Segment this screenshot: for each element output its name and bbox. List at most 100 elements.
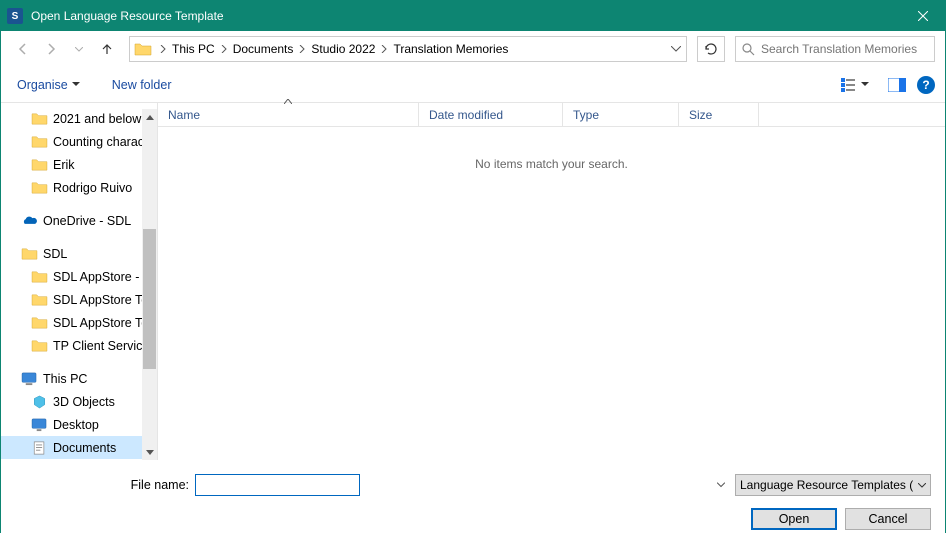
- breadcrumb-tms[interactable]: Translation Memories: [391, 42, 510, 56]
- filename-input[interactable]: [195, 474, 360, 496]
- tree-item[interactable]: Counting characters: [1, 130, 157, 153]
- tree-item-label: Documents: [53, 441, 116, 455]
- new-folder-label: New folder: [112, 78, 172, 92]
- help-button[interactable]: ?: [917, 76, 935, 94]
- folder-icon: [31, 270, 48, 284]
- view-button[interactable]: [837, 76, 873, 94]
- column-type[interactable]: Type: [563, 103, 679, 126]
- tree-item[interactable]: Rodrigo Ruivo: [1, 176, 157, 199]
- organise-label: Organise: [17, 78, 68, 92]
- tree-item-label: OneDrive - SDL: [43, 214, 131, 228]
- onedrive-icon: [21, 214, 38, 228]
- new-folder-button[interactable]: New folder: [106, 74, 178, 96]
- breadcrumb-documents[interactable]: Documents: [231, 42, 296, 56]
- breadcrumb-studio[interactable]: Studio 2022: [309, 42, 377, 56]
- folder-tree[interactable]: 2021 and below Counting characters Erik …: [1, 103, 158, 460]
- tree-item[interactable]: 2021 and below: [1, 107, 157, 130]
- search-input[interactable]: [761, 42, 928, 56]
- open-button[interactable]: Open: [751, 508, 837, 530]
- column-date-modified[interactable]: Date modified: [419, 103, 563, 126]
- tree-item[interactable]: SDL AppStore Team: [1, 288, 157, 311]
- app-icon: S: [7, 8, 23, 24]
- column-name[interactable]: Name: [158, 103, 419, 126]
- tree-item[interactable]: 3D Objects: [1, 390, 157, 413]
- folder-icon: [132, 38, 154, 60]
- tree-item-label: 2021 and below: [53, 112, 141, 126]
- tree-item-label: This PC: [43, 372, 87, 386]
- chevron-down-icon: [717, 483, 725, 488]
- address-dropdown[interactable]: [666, 37, 686, 61]
- close-button[interactable]: [900, 1, 945, 31]
- folder-icon: [31, 112, 48, 126]
- tree-item-label: TP Client Services: [53, 339, 156, 353]
- scroll-thumb[interactable]: [143, 229, 156, 369]
- tree-item-thispc[interactable]: This PC: [1, 367, 157, 390]
- file-type-label: Language Resource Templates (: [740, 478, 913, 492]
- recent-dropdown[interactable]: [67, 37, 91, 61]
- address-bar[interactable]: This PC Documents Studio 2022 Translatio…: [129, 36, 687, 62]
- tree-item[interactable]: Desktop: [1, 413, 157, 436]
- column-size[interactable]: Size: [679, 103, 759, 126]
- folder-icon: [31, 316, 48, 330]
- preview-pane-button[interactable]: [883, 72, 911, 98]
- tree-scrollbar[interactable]: [142, 109, 157, 460]
- preview-pane-icon: [888, 78, 906, 92]
- scroll-down-button[interactable]: [142, 444, 157, 460]
- column-name-label: Name: [168, 108, 200, 122]
- folder-icon: [31, 293, 48, 307]
- desktop-icon: [31, 418, 48, 432]
- file-list[interactable]: Name Date modified Type Size No items ma…: [158, 103, 945, 460]
- forward-button[interactable]: [39, 37, 63, 61]
- tree-item[interactable]: Erik: [1, 153, 157, 176]
- file-type-select[interactable]: Language Resource Templates (: [735, 474, 931, 496]
- refresh-button[interactable]: [697, 36, 725, 62]
- folder-icon: [31, 158, 48, 172]
- search-box[interactable]: [735, 36, 935, 62]
- tree-item-label: Erik: [53, 158, 75, 172]
- chevron-down-icon: [861, 82, 869, 87]
- tree-item-label: Desktop: [53, 418, 99, 432]
- bottom-panel: File name: Language Resource Templates (…: [1, 460, 945, 544]
- title-bar: S Open Language Resource Template: [1, 1, 945, 31]
- window-title: Open Language Resource Template: [31, 9, 900, 23]
- back-button[interactable]: [11, 37, 35, 61]
- documents-icon: [31, 441, 48, 455]
- chevron-right-icon[interactable]: [156, 45, 170, 53]
- thispc-icon: [21, 372, 38, 386]
- empty-message: No items match your search.: [158, 127, 945, 201]
- tree-item[interactable]: Documents: [1, 436, 157, 459]
- chevron-down-icon: [918, 483, 926, 488]
- tree-item-sdl[interactable]: SDL: [1, 242, 157, 265]
- tree-item[interactable]: SDL AppStore - Develop: [1, 265, 157, 288]
- sort-up-icon: [284, 99, 292, 104]
- filename-combo[interactable]: [195, 474, 729, 496]
- filename-label: File name:: [15, 478, 189, 492]
- up-button[interactable]: [95, 37, 119, 61]
- tree-item-label: Rodrigo Ruivo: [53, 181, 132, 195]
- file-list-header: Name Date modified Type Size: [158, 103, 945, 127]
- chevron-right-icon[interactable]: [217, 45, 231, 53]
- toolbar: Organise New folder ?: [1, 67, 945, 103]
- navigation-bar: This PC Documents Studio 2022 Translatio…: [1, 31, 945, 67]
- folder-icon: [31, 339, 48, 353]
- column-size-label: Size: [689, 108, 712, 122]
- folder-icon: [21, 247, 38, 261]
- column-date-label: Date modified: [429, 108, 503, 122]
- content-area: 2021 and below Counting characters Erik …: [1, 103, 945, 460]
- view-icon: [841, 78, 859, 92]
- breadcrumb-this-pc[interactable]: This PC: [170, 42, 217, 56]
- folder-icon: [31, 135, 48, 149]
- folder-icon: [31, 181, 48, 195]
- scroll-up-button[interactable]: [142, 109, 157, 125]
- chevron-right-icon[interactable]: [377, 45, 391, 53]
- chevron-down-icon: [72, 82, 80, 87]
- tree-item-onedrive[interactable]: OneDrive - SDL: [1, 209, 157, 232]
- chevron-right-icon[interactable]: [295, 45, 309, 53]
- organise-button[interactable]: Organise: [11, 74, 86, 96]
- tree-item[interactable]: TP Client Services: [1, 334, 157, 357]
- tree-item[interactable]: SDL AppStore Team: [1, 311, 157, 334]
- cancel-button[interactable]: Cancel: [845, 508, 931, 530]
- 3d-objects-icon: [31, 395, 48, 409]
- tree-item-label: 3D Objects: [53, 395, 115, 409]
- search-icon: [742, 43, 755, 56]
